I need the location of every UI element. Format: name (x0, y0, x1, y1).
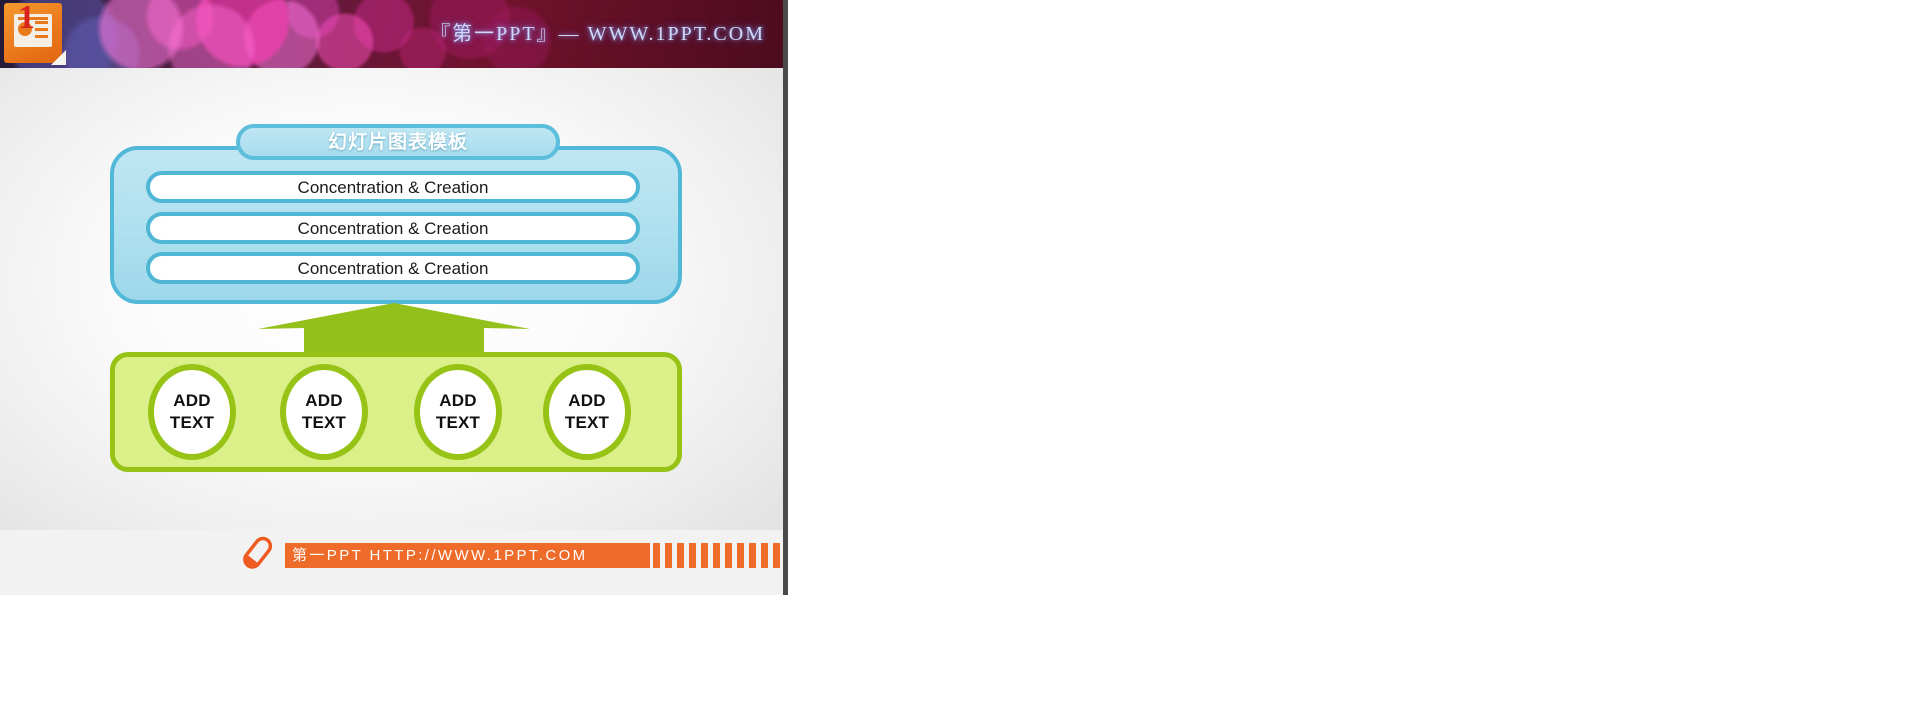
add-text-circle[interactable]: ADD TEXT (543, 364, 631, 460)
footer-white-area (0, 595, 783, 725)
ppt-file-icon: 1 (4, 0, 66, 65)
blue-row-label: Concentration & Creation (297, 258, 489, 278)
circle-line-2: TEXT (564, 413, 610, 432)
footer-stripe (773, 543, 780, 568)
logo-line-1 (35, 21, 48, 24)
add-text-circle[interactable]: ADD TEXT (148, 364, 236, 460)
footer-url-band: 第一PPT HTTP://WWW.1PPT.COM (285, 543, 650, 568)
empty-workspace (788, 0, 1925, 725)
footer-stripe (725, 543, 732, 568)
blue-row-label: Concentration & Creation (297, 218, 489, 238)
footer-stripe (701, 543, 708, 568)
circle-line-2: TEXT (169, 413, 215, 432)
screenshot-root: 1 『第一PPT』— WWW.1PPT.COM 幻灯片图表模板 Concentr… (0, 0, 1925, 725)
footer-stripe (713, 543, 720, 568)
footer-stripe-decoration (653, 543, 783, 568)
footer-stripe (749, 543, 756, 568)
circle-line-1: ADD (568, 391, 606, 411)
up-arrow-icon (258, 303, 530, 357)
footer-stripe (665, 543, 672, 568)
pen-icon (236, 533, 276, 575)
logo-line-2 (35, 28, 48, 31)
add-text-circle[interactable]: ADD TEXT (280, 364, 368, 460)
footer-stripe (761, 543, 768, 568)
logo-number: 1 (18, 0, 35, 36)
diagram-title-pill: 幻灯片图表模板 (236, 124, 560, 160)
blue-row[interactable]: Concentration & Creation (146, 171, 640, 203)
footer-stripe (689, 543, 696, 568)
circle-line-1: ADD (173, 391, 211, 411)
blue-row[interactable]: Concentration & Creation (146, 212, 640, 244)
slide-canvas: 1 『第一PPT』— WWW.1PPT.COM 幻灯片图表模板 Concentr… (0, 0, 783, 725)
blue-row-label: Concentration & Creation (297, 177, 489, 197)
slide-header-banner: 1 『第一PPT』— WWW.1PPT.COM (0, 0, 783, 68)
diagram-title-label: 幻灯片图表模板 (327, 130, 468, 153)
circle-line-1: ADD (305, 391, 343, 411)
logo-line-3 (35, 35, 48, 38)
circle-line-1: ADD (439, 391, 477, 411)
circle-line-2: TEXT (301, 413, 347, 432)
footer-stripe (677, 543, 684, 568)
circle-line-2: TEXT (435, 413, 481, 432)
footer-url-label: 第一PPT HTTP://WWW.1PPT.COM (292, 547, 588, 564)
footer-stripe (653, 543, 660, 568)
blue-row[interactable]: Concentration & Creation (146, 252, 640, 284)
logo-page-fold (51, 50, 66, 65)
footer-stripe (737, 543, 744, 568)
header-brand-text: 『第一PPT』— WWW.1PPT.COM (430, 23, 765, 45)
add-text-circle[interactable]: ADD TEXT (414, 364, 502, 460)
